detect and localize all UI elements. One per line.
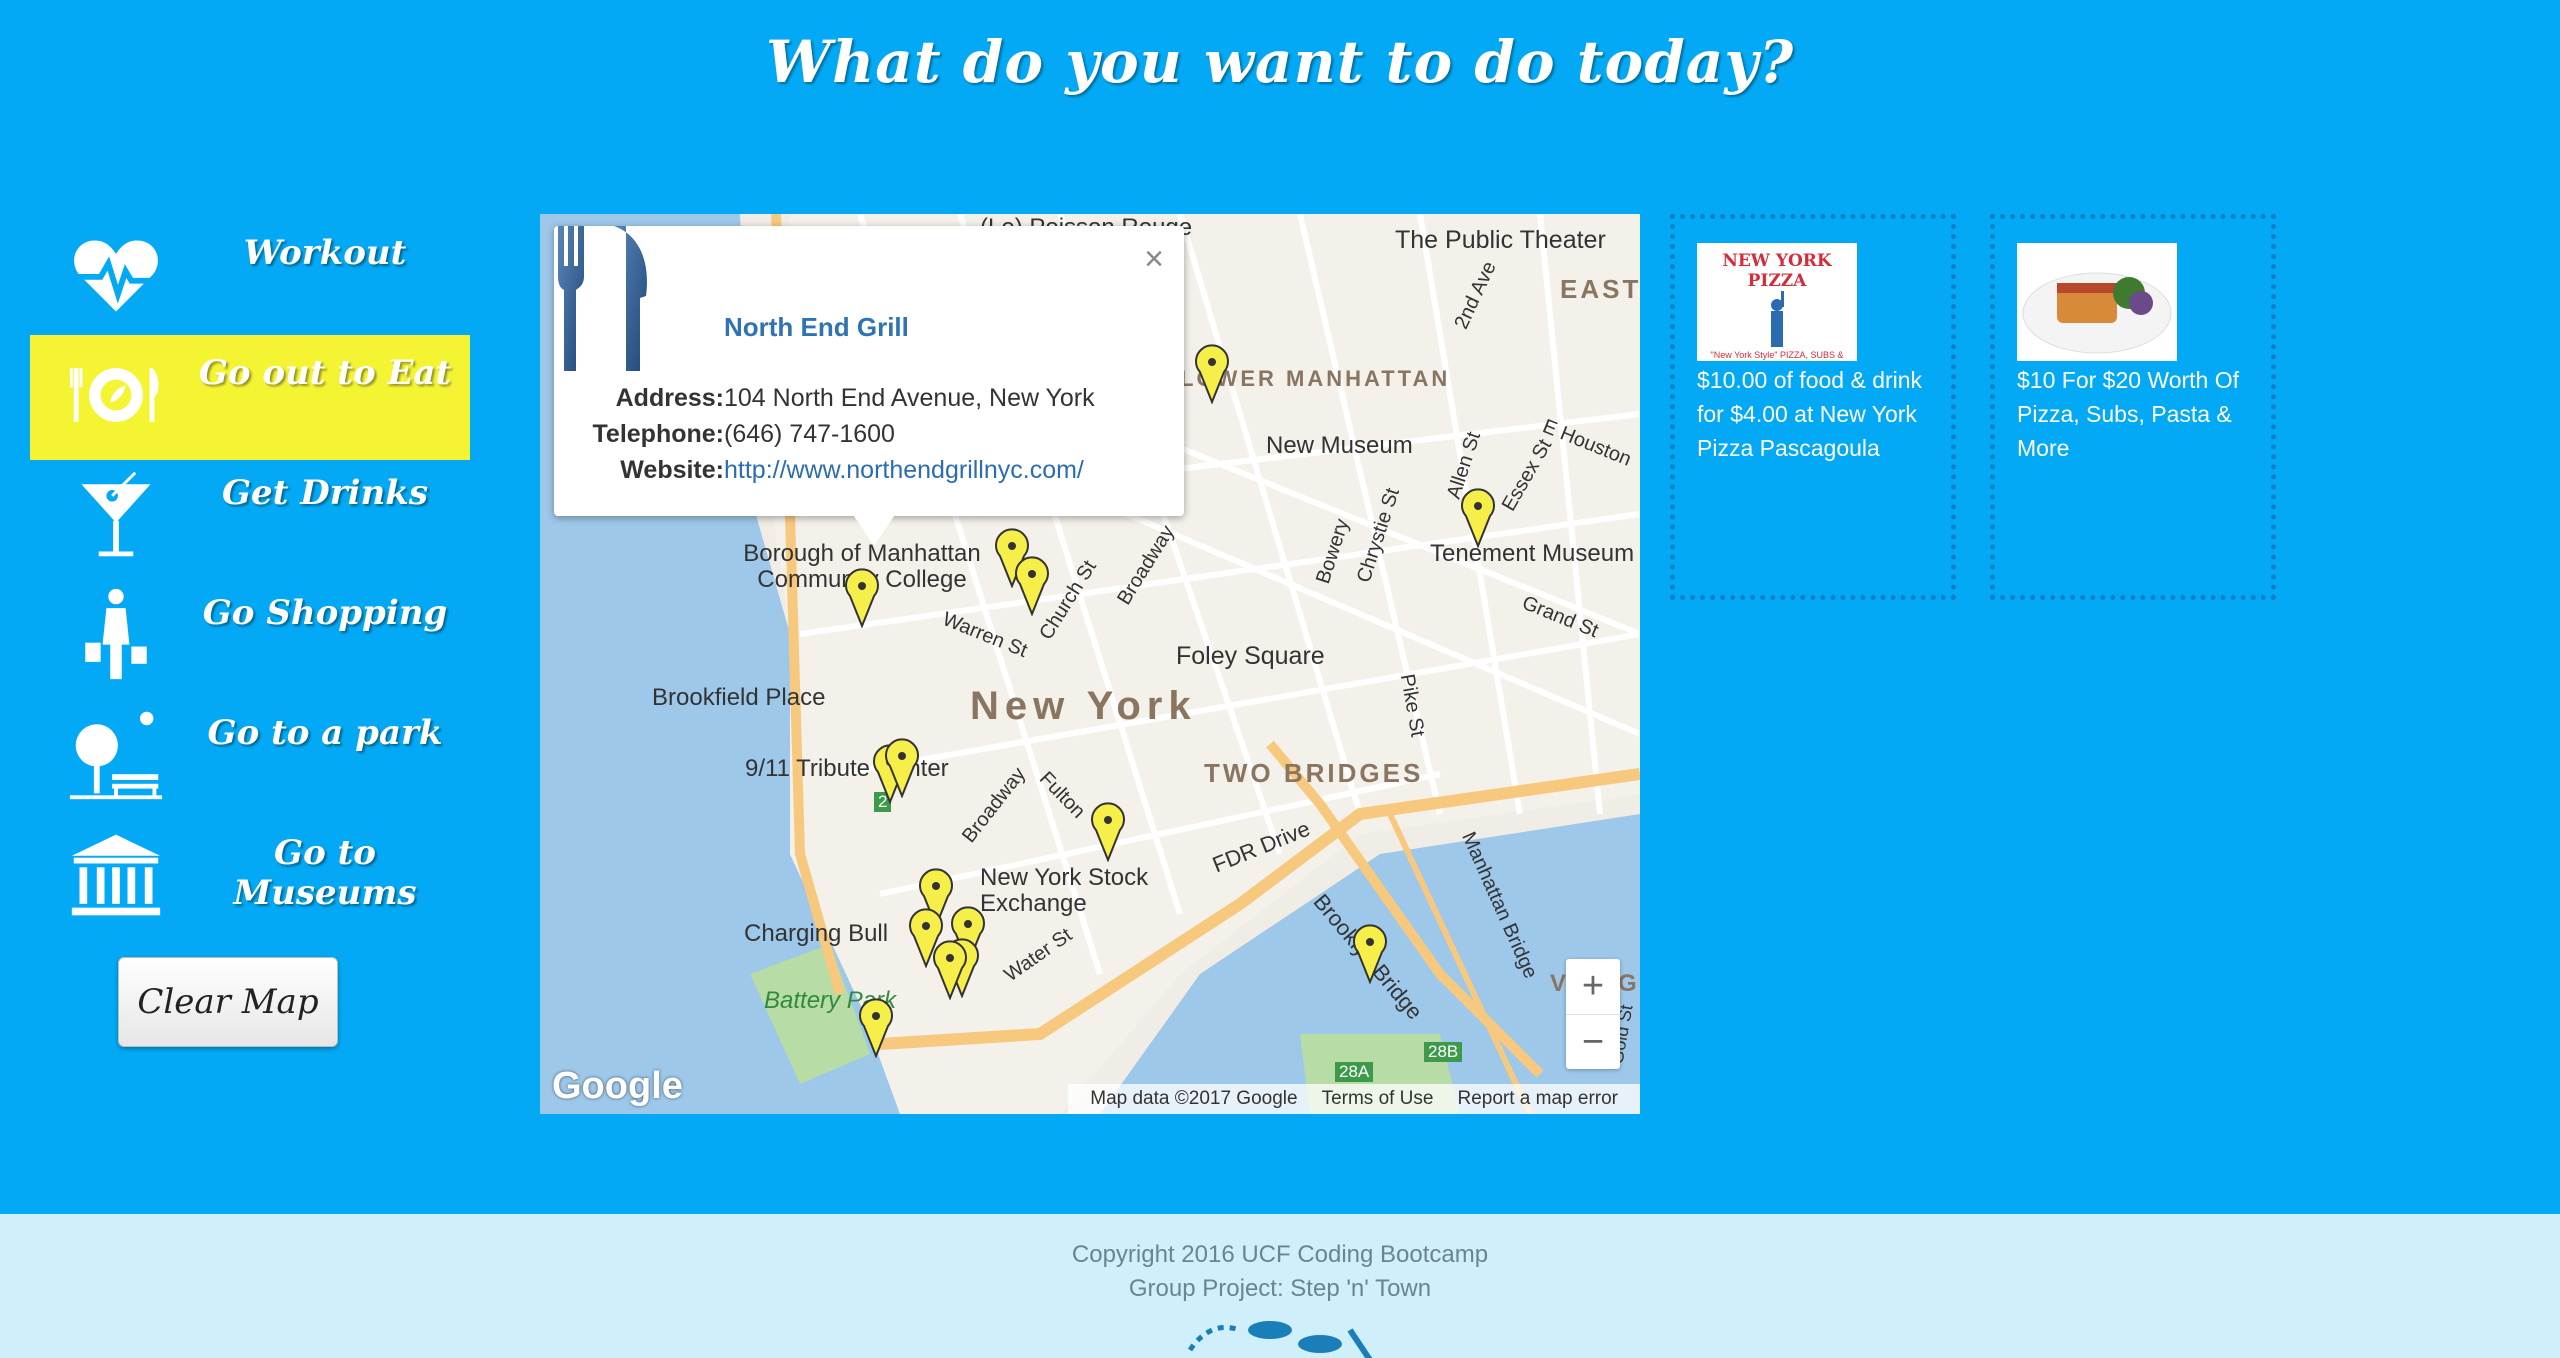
nav-label: Go to a park xyxy=(207,713,443,753)
address-value: 104 North End Avenue, New York xyxy=(724,384,1095,412)
map-label: TWO BRIDGES xyxy=(1204,758,1424,788)
nav-item-museums[interactable]: Go to Museums xyxy=(30,815,470,940)
map-marker-icon[interactable] xyxy=(1192,342,1232,404)
nav-item-eat[interactable]: Go out to Eat xyxy=(30,335,470,460)
deal-image: NEW YORK PIZZA "New York Style" PIZZA, S… xyxy=(1697,243,1857,361)
website-link[interactable]: http://www.northendgrillnyc.com/ xyxy=(724,456,1084,485)
close-icon[interactable]: × xyxy=(1144,240,1164,279)
map-label: Brookfield Place xyxy=(652,684,826,711)
deal-image xyxy=(2017,243,2177,361)
google-logo: Google xyxy=(552,1065,683,1107)
deal-card[interactable]: NEW YORK PIZZA "New York Style" PIZZA, S… xyxy=(1670,214,1956,600)
lasagna-plate-icon xyxy=(2022,272,2172,354)
zoom-out-button[interactable]: − xyxy=(1566,1015,1620,1070)
park-bench-tree-icon xyxy=(69,711,163,800)
nav-item-workout[interactable]: Workout xyxy=(30,215,470,340)
map-marker-icon[interactable] xyxy=(1350,922,1390,984)
map-label: New York Stock Exchange xyxy=(980,864,1149,917)
plate-fork-knife-icon xyxy=(69,368,159,422)
zoom-control: + − xyxy=(1566,959,1620,1069)
telephone-label: Telephone: xyxy=(592,420,724,448)
place-name[interactable]: North End Grill xyxy=(724,312,909,343)
map-label: EAST xyxy=(1560,274,1640,304)
map-marker-icon[interactable] xyxy=(856,996,896,1058)
info-window: × North End Grill Address:104 North End … xyxy=(554,226,1184,546)
nav-label: Workout xyxy=(243,233,407,273)
statue-of-liberty-icon xyxy=(1771,291,1784,347)
address-label: Address: xyxy=(615,384,724,412)
cocktail-icon xyxy=(81,471,151,557)
heartbeat-icon xyxy=(74,240,158,312)
copyright-text: Copyright 2016 UCF Coding Bootcamp xyxy=(1071,1241,1489,1268)
project-text: Group Project: Step 'n' Town xyxy=(1128,1275,1432,1302)
deal-description: $10.00 of food & drink for $4.00 at New … xyxy=(1697,367,1923,461)
page-footer: Copyright 2016 UCF Coding Bootcamp Group… xyxy=(0,1214,2560,1358)
nav-label: Go Shopping xyxy=(202,593,448,633)
map-label: New York xyxy=(970,684,1197,728)
google-map[interactable]: (Le) Poisson Rouge The Public Theater EA… xyxy=(540,214,1640,1114)
museum-icon xyxy=(71,834,161,916)
nav-label: Go out to Eat xyxy=(198,353,452,393)
map-label: Charging Bull xyxy=(744,920,889,947)
map-marker-icon[interactable] xyxy=(1458,486,1498,548)
deal-logo-text: NEW YORK PIZZA xyxy=(1722,251,1832,291)
page-title: What do you want to do today? xyxy=(765,28,1795,96)
map-marker-icon[interactable] xyxy=(930,938,970,1000)
map-label: New Museum xyxy=(1266,432,1413,459)
map-attribution: Map data ©2017 Google Terms of Use Report … xyxy=(1068,1084,1640,1114)
zoom-in-button[interactable]: + xyxy=(1566,959,1620,1015)
map-marker-icon[interactable] xyxy=(1088,800,1128,862)
map-marker-icon[interactable] xyxy=(1012,554,1052,616)
deal-logo-subtext: "New York Style" PIZZA, SUBS & WINGS xyxy=(1710,350,1844,361)
deal-card[interactable]: $10 For $20 Worth Of Pizza, Subs, Pasta … xyxy=(1990,214,2276,600)
route-shield: 28A xyxy=(1335,1062,1374,1082)
clear-map-button[interactable]: Clear Map xyxy=(118,957,338,1047)
fork-knife-icon xyxy=(558,226,647,371)
map-data-text: Map data ©2017 Google xyxy=(1090,1088,1298,1109)
telephone-value: (646) 747-1600 xyxy=(724,420,895,448)
map-marker-icon[interactable] xyxy=(842,566,882,628)
shopper-icon xyxy=(85,588,147,680)
address-row: Address:104 North End Avenue, New York xyxy=(554,384,1095,413)
map-marker-icon[interactable] xyxy=(882,736,922,798)
nav-label: Go to Museums xyxy=(233,833,417,913)
website-row: Website:http://www.northendgrillnyc.com/ xyxy=(554,456,1084,485)
footprints-logo-icon xyxy=(1187,1321,1373,1358)
terms-link[interactable]: Terms of Use xyxy=(1322,1088,1434,1109)
nav-label: Get Drinks xyxy=(222,473,428,513)
nav-item-shopping[interactable]: Go Shopping xyxy=(30,575,470,700)
website-label: Website: xyxy=(620,456,724,484)
report-error-link[interactable]: Report a map error xyxy=(1457,1088,1618,1109)
map-label: Foley Square xyxy=(1176,642,1325,670)
route-shield: 28B xyxy=(1424,1042,1463,1062)
telephone-row: Telephone:(646) 747-1600 xyxy=(554,420,895,449)
deal-description: $10 For $20 Worth Of Pizza, Subs, Pasta … xyxy=(2017,367,2240,461)
nav-item-drinks[interactable]: Get Drinks xyxy=(30,455,470,580)
map-label: The Public Theater xyxy=(1395,226,1606,254)
nav-item-park[interactable]: Go to a park xyxy=(30,695,470,820)
